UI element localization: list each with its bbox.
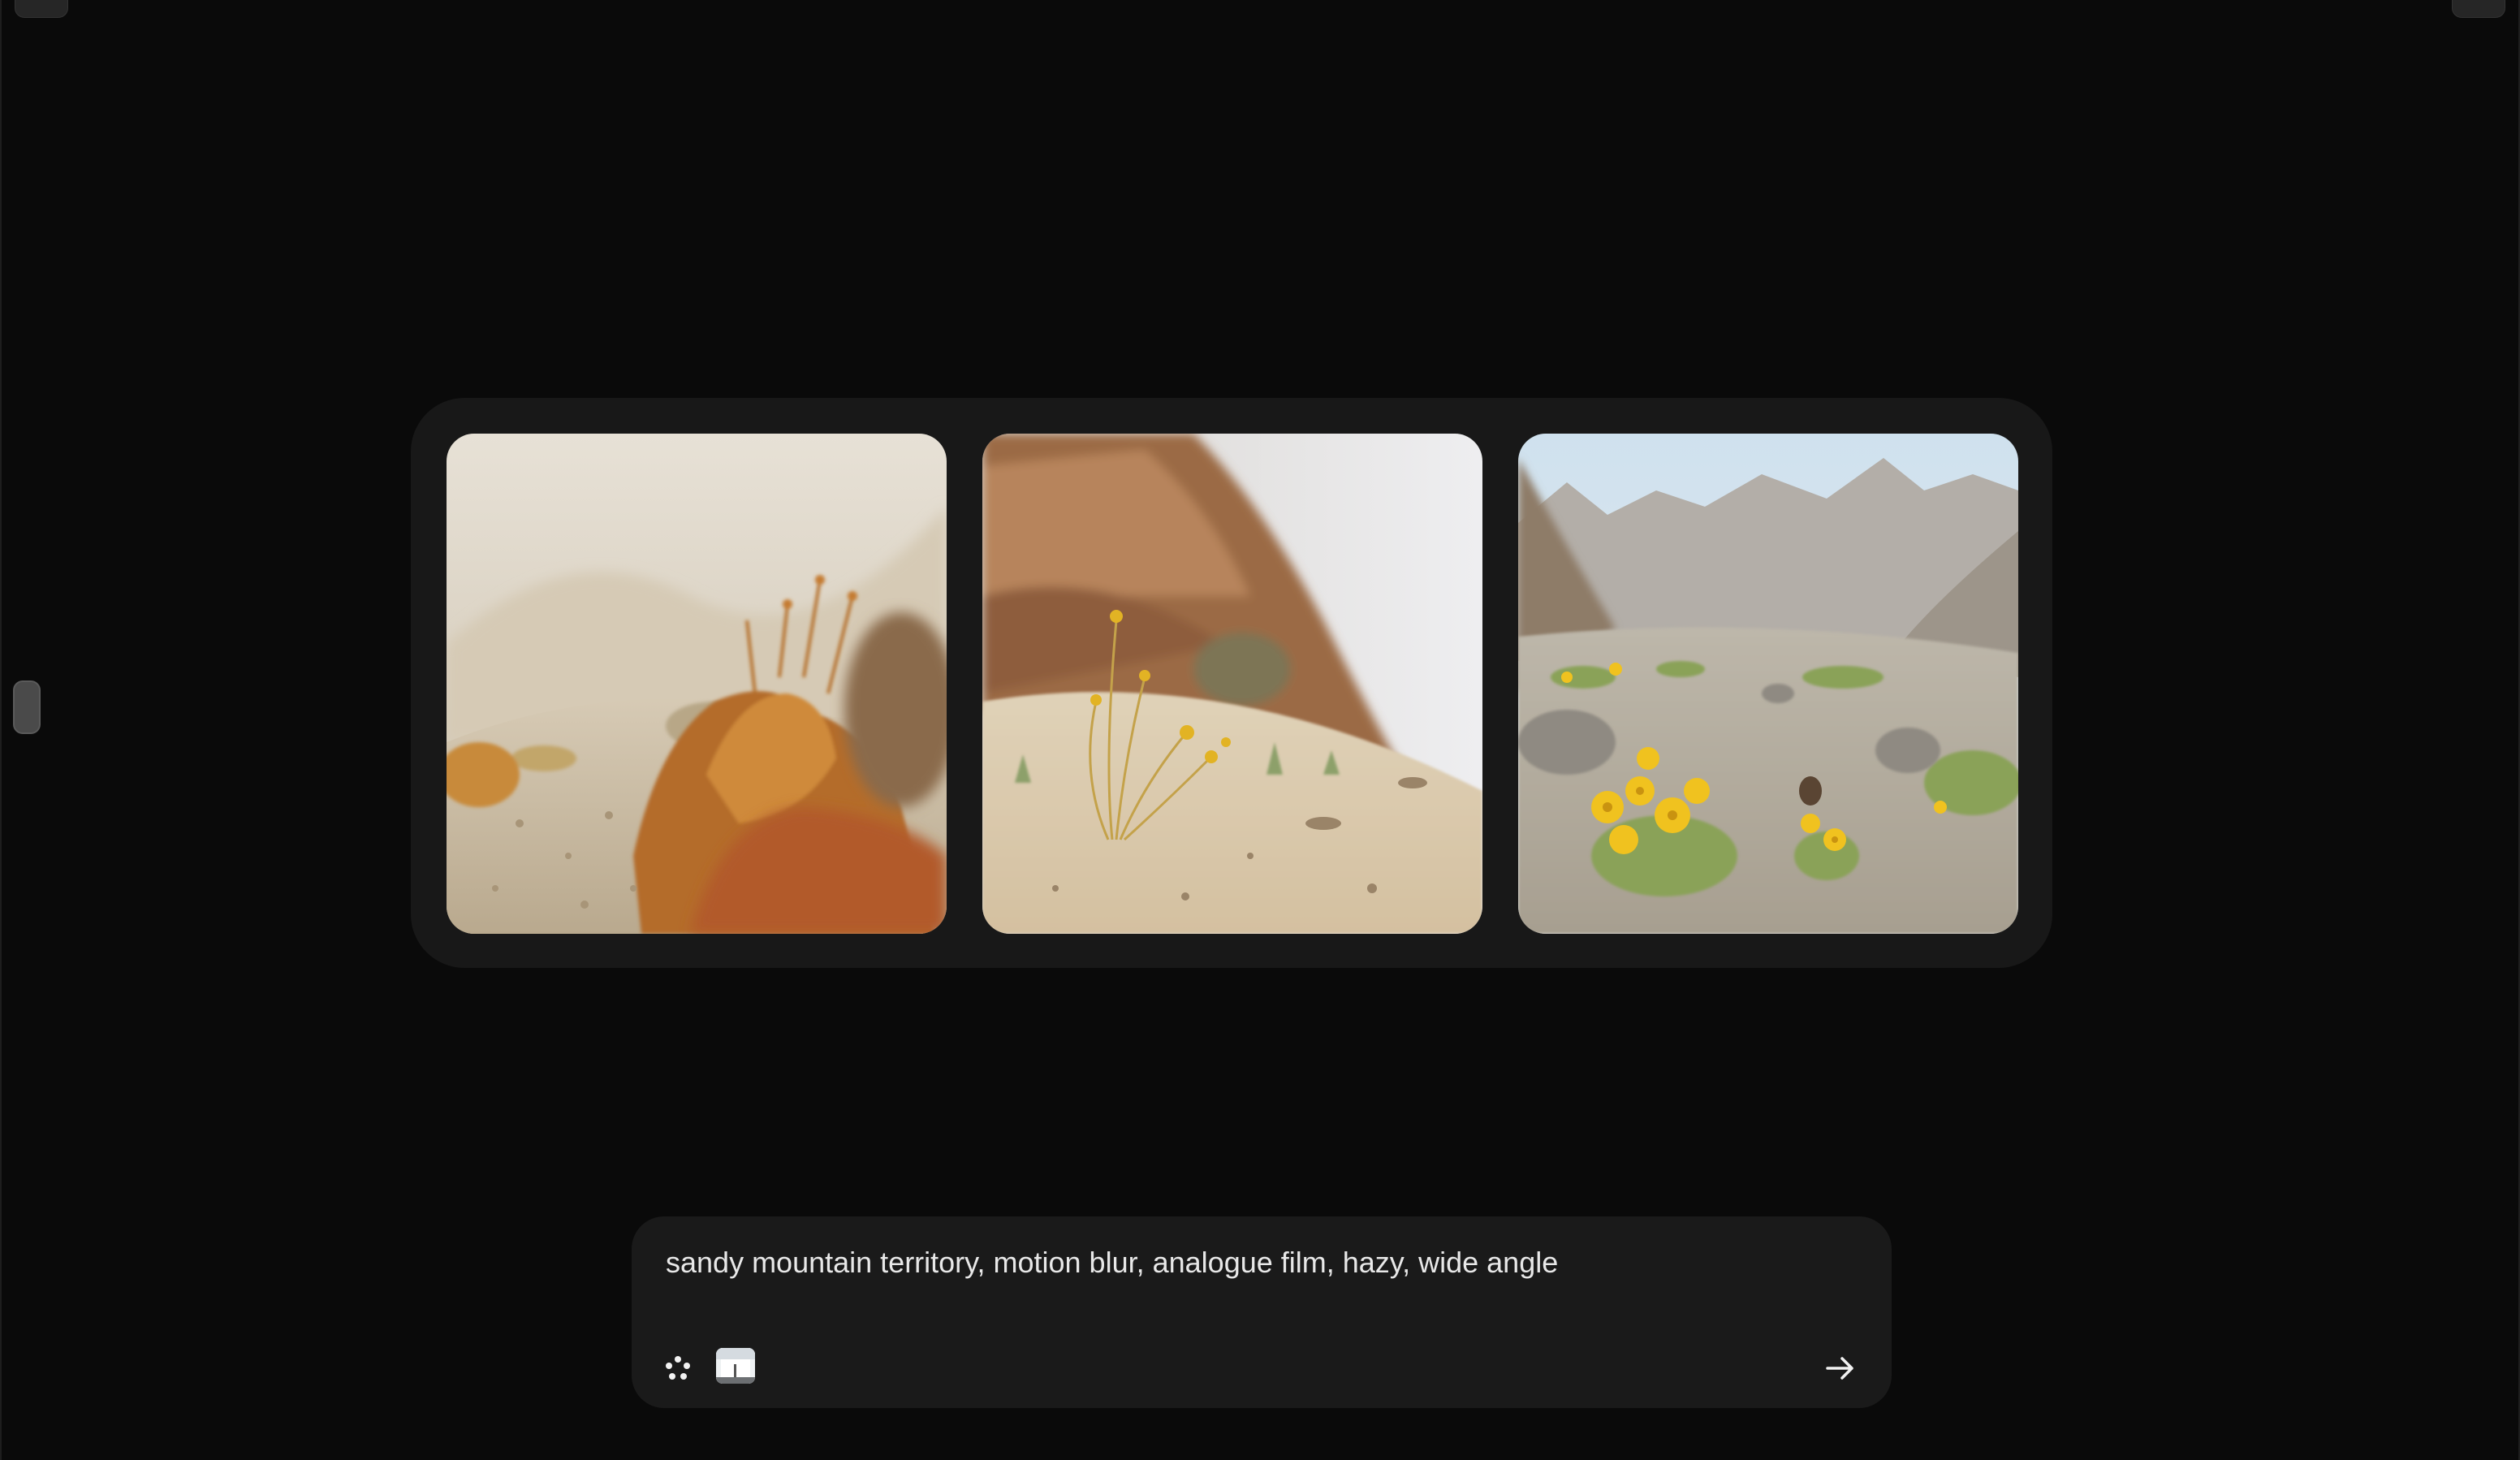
generated-image-1-picture <box>447 434 947 934</box>
submit-arrow-glyph <box>1826 1357 1853 1380</box>
image-results-tray <box>411 398 2052 968</box>
generated-image-2[interactable] <box>982 434 1482 934</box>
prompt-box[interactable]: sandy mountain territory, motion blur, a… <box>632 1216 1892 1408</box>
image-reference-glyph <box>716 1348 755 1384</box>
generated-image-1[interactable] <box>447 434 947 934</box>
image-reference-icon[interactable] <box>716 1348 755 1384</box>
generated-image-3-picture <box>1518 434 2018 934</box>
arrow-right-icon[interactable] <box>1819 1346 1862 1390</box>
prompt-input[interactable]: sandy mountain territory, motion blur, a… <box>666 1244 1835 1281</box>
sparkle-dots-icon[interactable] <box>658 1348 698 1389</box>
generated-image-3[interactable] <box>1518 434 2018 934</box>
top-right-control[interactable] <box>2452 0 2505 18</box>
style-options-glyph <box>666 1356 690 1380</box>
side-drag-handle[interactable] <box>13 680 41 734</box>
generated-image-2-picture <box>982 434 1482 934</box>
app-canvas: sandy mountain territory, motion blur, a… <box>0 0 2520 1460</box>
top-left-control[interactable] <box>15 0 68 18</box>
